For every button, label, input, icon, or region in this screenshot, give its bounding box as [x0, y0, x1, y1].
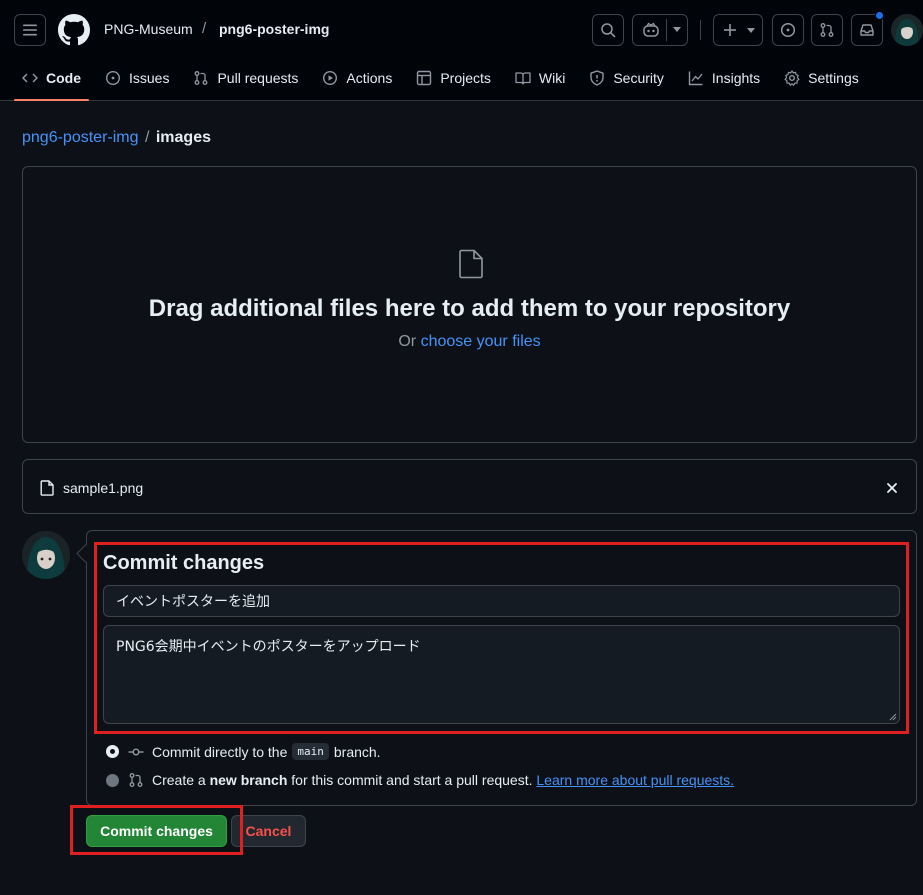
- search-button[interactable]: [592, 14, 624, 46]
- git-commit-icon: [128, 747, 144, 755]
- tab-label: Projects: [440, 70, 491, 86]
- tab-label: Code: [46, 70, 81, 86]
- table-icon: [417, 70, 432, 86]
- hamburger-icon: [23, 24, 37, 36]
- tab-pull-requests[interactable]: Pull requests: [185, 60, 306, 96]
- menu-button[interactable]: [14, 14, 46, 46]
- tab-insights[interactable]: Insights: [680, 60, 768, 96]
- direct-prefix: Commit directly to the: [152, 743, 288, 760]
- highlight-commit-message: [94, 542, 909, 734]
- tab-issues[interactable]: Issues: [97, 60, 177, 96]
- tab-label: Issues: [129, 70, 170, 86]
- create-new-button[interactable]: [713, 14, 763, 46]
- repo-nav-tabs: Code Issues Pull requests Actions Projec…: [14, 60, 875, 101]
- play-icon: [323, 70, 338, 86]
- avatar-image-icon: [22, 531, 70, 579]
- copilot-divider: [666, 19, 667, 41]
- breadcrumb-current-folder: images: [155, 129, 211, 146]
- tab-label: Wiki: [538, 70, 566, 86]
- dropzone-or-text: Or: [398, 333, 417, 350]
- file-icon: [459, 249, 483, 279]
- plus-icon: [724, 24, 736, 36]
- owner-link[interactable]: PNG-Museum: [104, 21, 193, 37]
- tab-projects[interactable]: Projects: [408, 60, 499, 96]
- git-pull-request-icon: [820, 23, 834, 37]
- graph-icon: [688, 71, 703, 86]
- learn-more-pull-requests-link[interactable]: Learn more about pull requests.: [536, 772, 734, 788]
- pull-request-icon: [195, 71, 208, 85]
- new-branch-suffix: for this commit and start a pull request…: [291, 772, 533, 788]
- triangle-down-icon: [747, 28, 755, 33]
- search-icon: [601, 23, 616, 38]
- notification-dot: [875, 11, 884, 20]
- issue-opened-icon: [780, 22, 796, 38]
- user-avatar[interactable]: [891, 14, 923, 46]
- pull-requests-button[interactable]: [811, 14, 843, 46]
- tab-code[interactable]: Code: [14, 60, 89, 101]
- tab-label: Settings: [808, 70, 859, 86]
- tab-label: Security: [613, 70, 664, 86]
- issue-icon: [105, 70, 121, 86]
- tab-actions[interactable]: Actions: [314, 60, 400, 96]
- branch-name-code: main: [292, 743, 329, 760]
- book-icon: [515, 72, 531, 85]
- new-branch-bold: new branch: [209, 772, 288, 788]
- uploaded-file-row: sample1.png: [22, 459, 917, 514]
- radio-direct[interactable]: [106, 745, 119, 758]
- copilot-button[interactable]: [632, 14, 688, 46]
- breadcrumb-separator: /: [202, 20, 207, 37]
- commit-new-branch-option[interactable]: Create a new branch for this commit and …: [106, 772, 734, 788]
- new-branch-prefix: Create a: [152, 772, 206, 788]
- code-icon: [22, 73, 38, 83]
- tab-security[interactable]: Security: [581, 60, 672, 96]
- github-logo-icon[interactable]: [58, 14, 90, 46]
- commit-author-avatar: [22, 531, 70, 579]
- header-divider: [700, 20, 701, 40]
- tab-settings[interactable]: Settings: [776, 60, 867, 96]
- file-icon: [40, 480, 54, 496]
- issues-button[interactable]: [772, 14, 804, 46]
- top-header: PNG-Museum / png6-poster-img Code Issues: [0, 0, 923, 101]
- tab-label: Insights: [711, 70, 761, 86]
- dropzone-subtitle: Or choose your files: [23, 333, 916, 351]
- dropzone-title: Drag additional files here to add them t…: [148, 295, 791, 322]
- direct-suffix: branch.: [333, 743, 381, 760]
- file-path-breadcrumb: png6-poster-img / images: [22, 129, 211, 147]
- choose-files-link[interactable]: choose your files: [421, 333, 541, 350]
- uploaded-file-name: sample1.png: [63, 480, 144, 496]
- copilot-icon: [643, 22, 659, 37]
- gear-icon: [784, 70, 800, 86]
- tab-label: Pull requests: [217, 70, 299, 86]
- shield-icon: [590, 70, 605, 86]
- close-icon[interactable]: [887, 483, 897, 493]
- triangle-down-icon: [673, 27, 681, 32]
- highlight-commit-button: [70, 805, 243, 855]
- repo-link[interactable]: png6-poster-img: [219, 21, 329, 37]
- commit-direct-option[interactable]: Commit directly to the main branch.: [106, 743, 381, 760]
- breadcrumb-separator: /: [140, 129, 154, 146]
- tab-label: Actions: [346, 70, 393, 86]
- tab-wiki[interactable]: Wiki: [507, 60, 573, 96]
- file-dropzone[interactable]: Drag additional files here to add them t…: [22, 166, 917, 443]
- inbox-icon: [860, 24, 874, 36]
- breadcrumb-repo-link[interactable]: png6-poster-img: [22, 129, 139, 146]
- radio-new-branch[interactable]: [106, 773, 119, 787]
- git-pull-request-icon: [129, 773, 143, 787]
- avatar-image-icon: [891, 14, 923, 46]
